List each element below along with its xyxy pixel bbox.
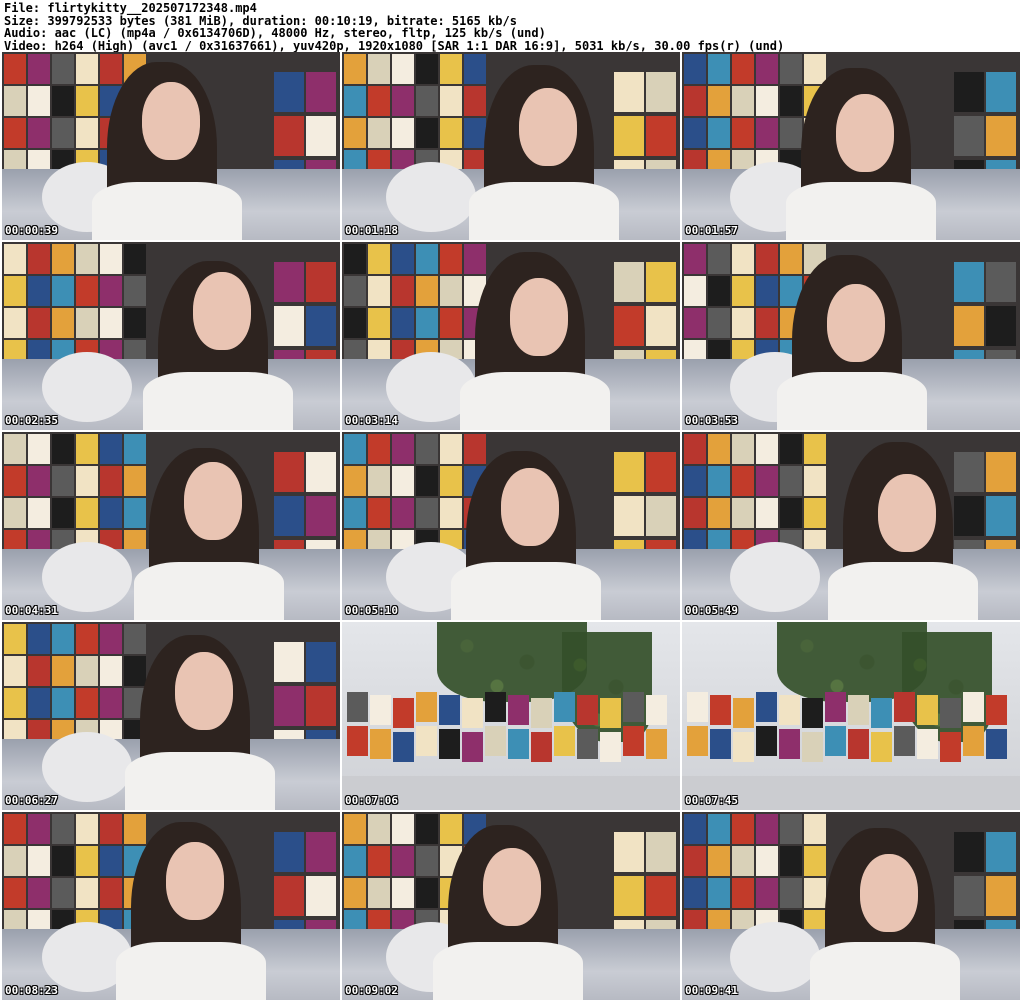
thumbnail-timestamp: 00:05:10	[345, 604, 398, 617]
video-thumbnail: 00:05:49	[682, 432, 1020, 620]
thumbnail-frame	[2, 812, 340, 1000]
video-thumbnail: 00:05:10	[342, 432, 680, 620]
thumbnail-timestamp: 00:09:02	[345, 984, 398, 997]
file-name-line: File: flirtykitty__202507172348.mp4	[4, 1, 257, 15]
thumbnail-timestamp: 00:09:41	[685, 984, 738, 997]
thumbnail-frame	[342, 52, 680, 240]
video-thumbnail: 00:03:53	[682, 242, 1020, 430]
video-thumbnail: 00:09:41	[682, 812, 1020, 1000]
video-thumbnail: 00:07:45	[682, 622, 1020, 810]
file-info-header: File: flirtykitty__202507172348.mp4 Size…	[4, 2, 1020, 52]
thumbnail-timestamp: 00:00:39	[5, 224, 58, 237]
thumbnail-timestamp: 00:05:49	[685, 604, 738, 617]
video-info-line: Video: h264 (High) (avc1 / 0x31637661), …	[4, 38, 785, 53]
thumbnail-grid: 00:00:39 00:01:18 00:01:57 00:02:35 00:03:14…	[0, 52, 1024, 1003]
thumbnail-frame	[682, 52, 1020, 240]
thumbnail-frame	[2, 242, 340, 430]
thumbnail-frame	[342, 432, 680, 620]
thumbnail-frame	[2, 52, 340, 240]
video-thumbnail: 00:04:31	[2, 432, 340, 620]
video-thumbnail: 00:03:14	[342, 242, 680, 430]
thumbnail-frame	[342, 812, 680, 1000]
video-thumbnail: 00:09:02	[342, 812, 680, 1000]
video-thumbnail: 00:01:18	[342, 52, 680, 240]
thumbnail-frame	[2, 622, 340, 810]
thumbnail-timestamp: 00:06:27	[5, 794, 58, 807]
thumbnail-timestamp: 00:01:18	[345, 224, 398, 237]
thumbnail-frame	[2, 432, 340, 620]
thumbnail-timestamp: 00:01:57	[685, 224, 738, 237]
thumbnail-frame	[682, 622, 1020, 810]
thumbnail-frame	[682, 812, 1020, 1000]
thumbnail-frame	[342, 242, 680, 430]
thumbnail-timestamp: 00:03:53	[685, 414, 738, 427]
thumbnail-frame	[342, 622, 680, 810]
thumbnail-timestamp: 00:07:06	[345, 794, 398, 807]
video-thumbnail: 00:02:35	[2, 242, 340, 430]
audio-info-line: Audio: aac (LC) (mp4a / 0x6134706D), 480…	[4, 26, 546, 40]
thumbnail-timestamp: 00:04:31	[5, 604, 58, 617]
video-thumbnail: 00:07:06	[342, 622, 680, 810]
video-thumbnail: 00:08:23	[2, 812, 340, 1000]
thumbnail-timestamp: 00:02:35	[5, 414, 58, 427]
video-thumbnail: 00:06:27	[2, 622, 340, 810]
thumbnail-timestamp: 00:03:14	[345, 414, 398, 427]
video-thumbnail: 00:01:57	[682, 52, 1020, 240]
video-thumbnail: 00:00:39	[2, 52, 340, 240]
thumbnail-frame	[682, 242, 1020, 430]
thumbnail-frame	[682, 432, 1020, 620]
thumbnail-timestamp: 00:07:45	[685, 794, 738, 807]
thumbnail-timestamp: 00:08:23	[5, 984, 58, 997]
